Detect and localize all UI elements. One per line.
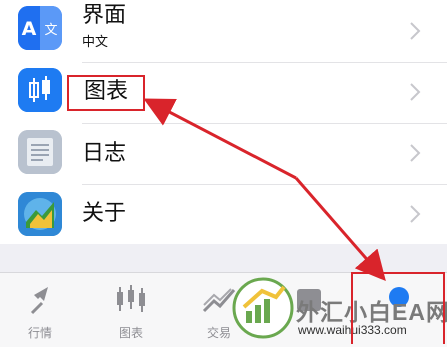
chart-candles-icon bbox=[117, 285, 145, 312]
chevron-right-icon bbox=[410, 205, 421, 223]
tab-label: 行情 bbox=[27, 326, 52, 340]
quotes-arrows-icon bbox=[26, 287, 48, 315]
settings-item-value: 中文 bbox=[82, 35, 109, 50]
journal-icon bbox=[18, 130, 62, 174]
translate-icon: A 文 bbox=[18, 6, 62, 50]
settings-item-label: 界面 bbox=[82, 3, 127, 28]
settings-item-interface[interactable]: A 文 界面 中文 bbox=[0, 0, 447, 60]
tab-charts[interactable]: 图表 bbox=[100, 273, 162, 347]
settings-list: A 文 界面 中文 图表 日志 关于 bbox=[0, 0, 447, 244]
chevron-right-icon bbox=[410, 83, 421, 101]
tab-quotes[interactable]: 行情 bbox=[9, 273, 71, 347]
settings-item-about[interactable]: 关于 bbox=[0, 185, 447, 243]
settings-item-label: 日志 bbox=[82, 141, 127, 166]
candlestick-chart-icon bbox=[18, 68, 62, 112]
metatrader-app-icon bbox=[18, 192, 62, 236]
settings-item-label: 关于 bbox=[82, 201, 127, 226]
section-gap bbox=[0, 244, 447, 272]
chevron-right-icon bbox=[410, 144, 421, 162]
watermark-logo-icon bbox=[232, 277, 294, 339]
svg-text:文: 文 bbox=[44, 23, 57, 38]
tab-label: 图表 bbox=[118, 326, 143, 340]
chevron-right-icon bbox=[410, 22, 421, 40]
svg-text:A: A bbox=[22, 18, 37, 40]
highlight-box-settings-tab bbox=[351, 272, 445, 344]
highlight-box-charts bbox=[67, 75, 145, 111]
settings-item-journal[interactable]: 日志 bbox=[0, 124, 447, 182]
